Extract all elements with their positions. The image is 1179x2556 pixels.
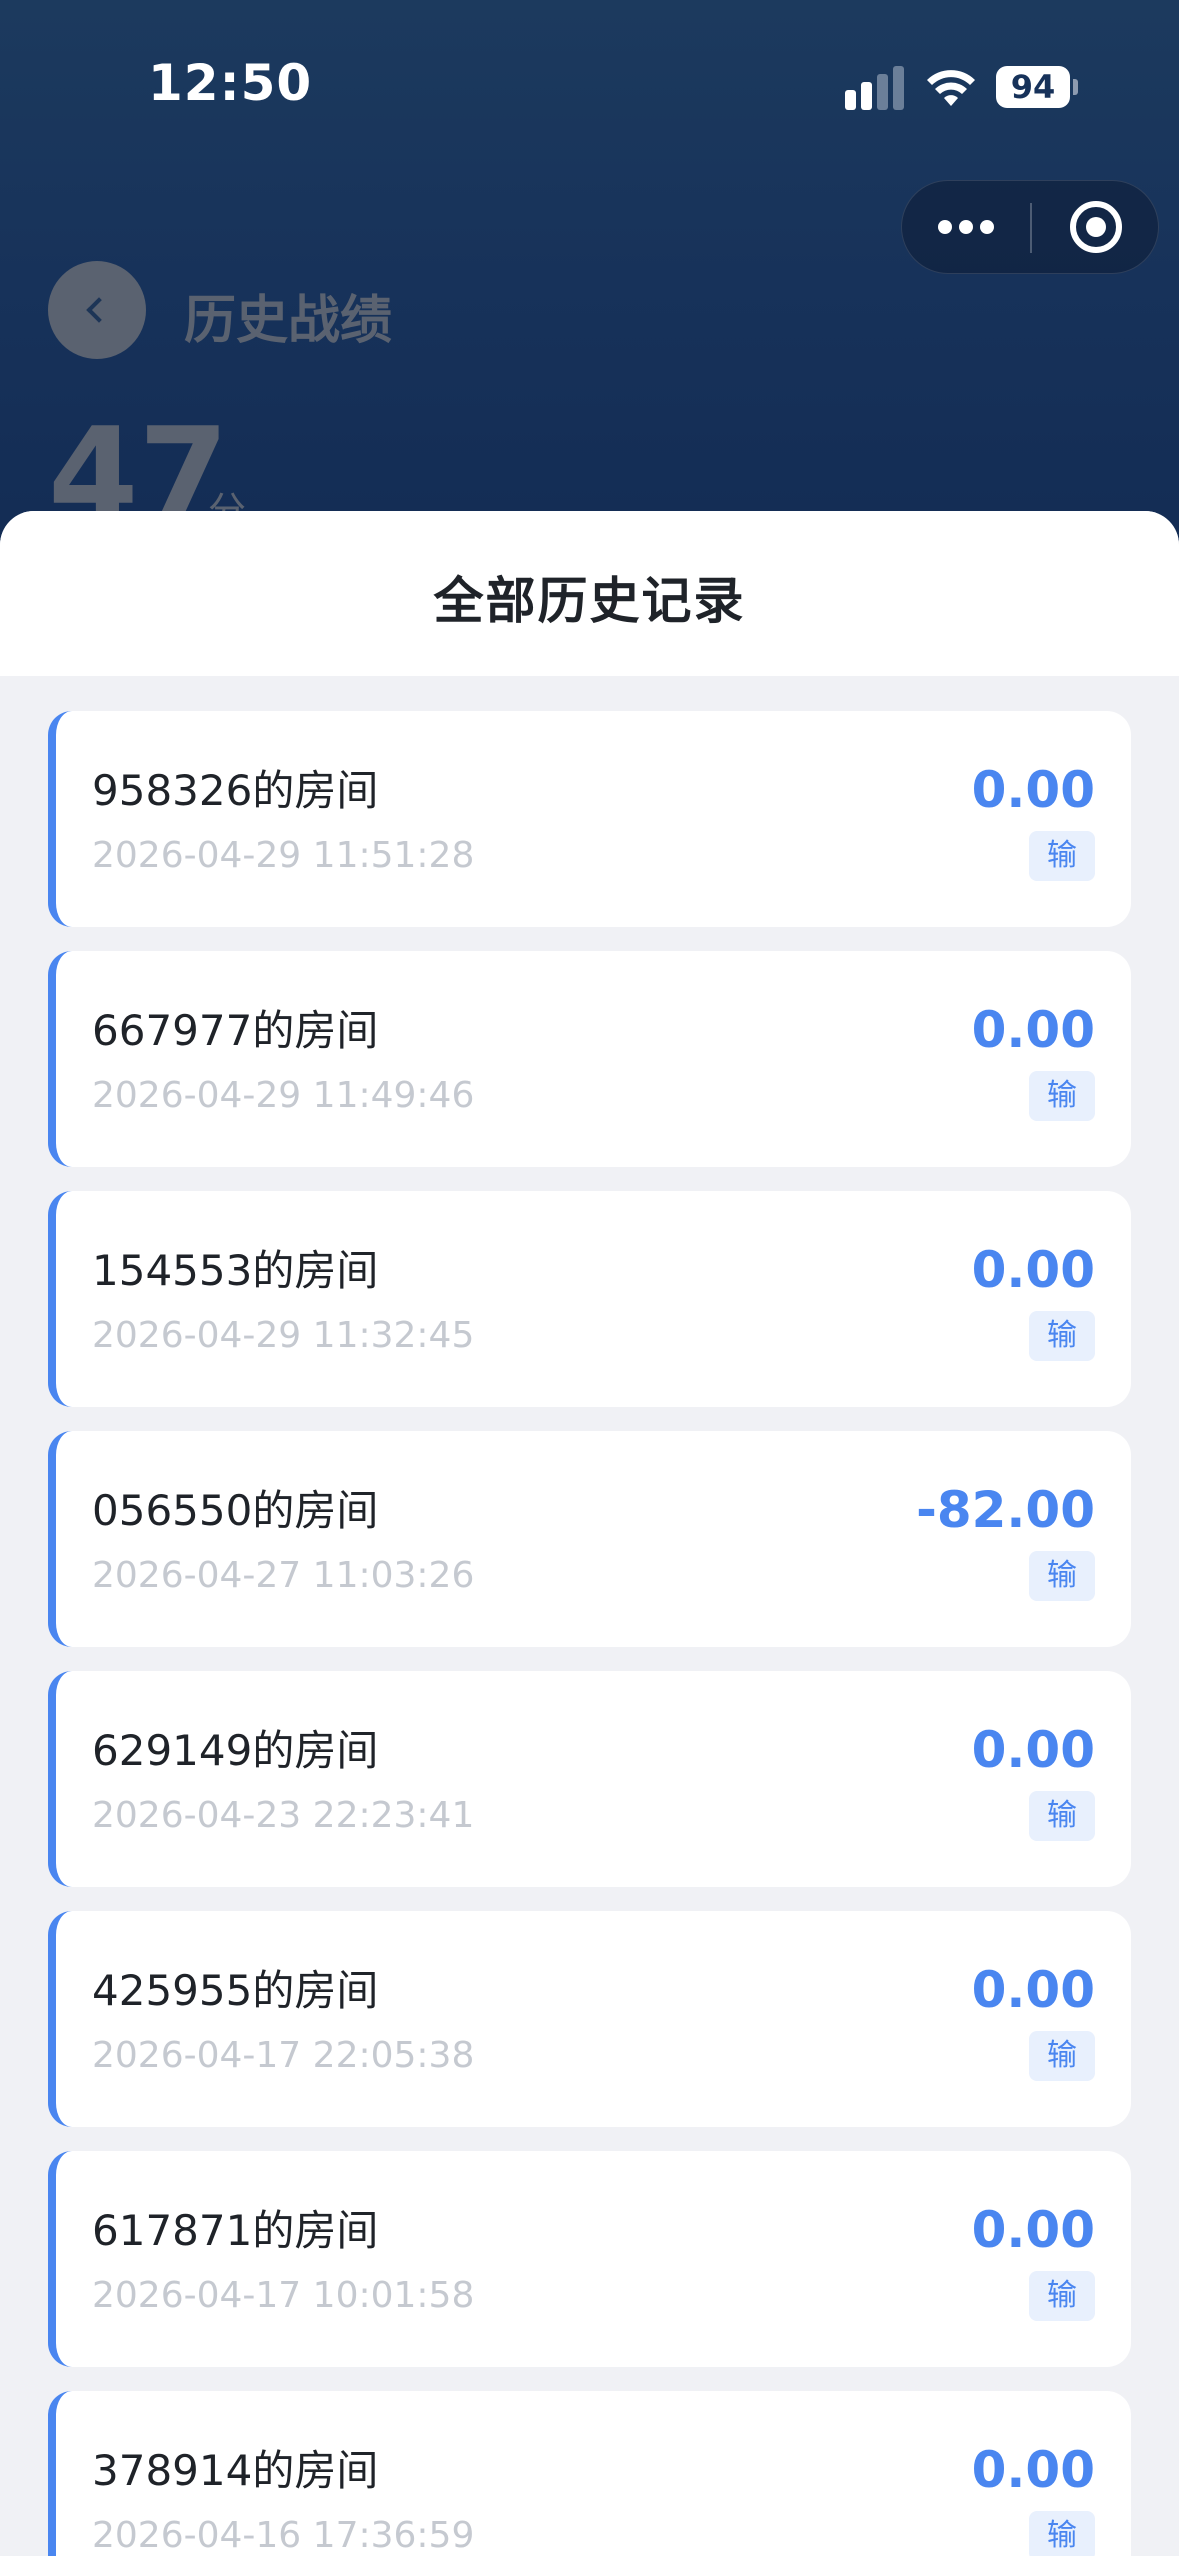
record-time: 2026-04-23 22:23:41 (92, 1795, 475, 1836)
record-score: 0.00 (971, 2441, 1095, 2499)
record-time: 2026-04-27 11:03:26 (92, 1555, 475, 1596)
result-badge: 输 (1029, 1791, 1095, 1841)
record-item[interactable]: 958326的房间 2026-04-29 11:51:28 0.00 输 (48, 711, 1131, 927)
record-room-name: 629149的房间 (92, 1726, 379, 1775)
record-room-name: 154553的房间 (92, 1246, 379, 1295)
record-room-name: 378914的房间 (92, 2446, 379, 2495)
record-time: 2026-04-17 10:01:58 (92, 2275, 475, 2316)
record-score: 0.00 (971, 1001, 1095, 1059)
battery-level: 94 (996, 66, 1070, 108)
record-time: 2026-04-29 11:49:46 (92, 1075, 475, 1116)
result-badge: 输 (1029, 2271, 1095, 2321)
record-score: 0.00 (971, 1961, 1095, 2019)
record-item[interactable]: 667977的房间 2026-04-29 11:49:46 0.00 输 (48, 951, 1131, 1167)
more-button[interactable] (902, 181, 1030, 273)
chevron-left-icon (86, 297, 112, 323)
miniprogram-capsule (901, 180, 1159, 274)
record-score: -82.00 (916, 1481, 1095, 1539)
record-item[interactable]: 617871的房间 2026-04-17 10:01:58 0.00 输 (48, 2151, 1131, 2367)
record-room-name: 425955的房间 (92, 1966, 379, 2015)
record-item[interactable]: 629149的房间 2026-04-23 22:23:41 0.00 输 (48, 1671, 1131, 1887)
result-badge: 输 (1029, 1551, 1095, 1601)
record-time: 2026-04-16 17:36:59 (92, 2515, 475, 2556)
screen: 12:50 94 历史战绩 47 全部历史记录 958326的房间 2026-0… (0, 0, 1179, 2556)
sheet-title: 全部历史记录 (433, 572, 746, 630)
record-time: 2026-04-17 22:05:38 (92, 2035, 475, 2076)
signal-icon (845, 66, 907, 110)
record-room-name: 958326的房间 (92, 766, 379, 815)
record-item[interactable]: 154553的房间 2026-04-29 11:32:45 0.00 输 (48, 1191, 1131, 1407)
record-score: 0.00 (971, 2201, 1095, 2259)
record-item[interactable]: 056550的房间 2026-04-27 11:03:26 -82.00 输 (48, 1431, 1131, 1647)
result-badge: 输 (1029, 2031, 1095, 2081)
record-room-name: 667977的房间 (92, 1006, 379, 1055)
record-score: 0.00 (971, 1241, 1095, 1299)
more-dots-icon (938, 220, 952, 234)
result-badge: 输 (1029, 1311, 1095, 1361)
battery-icon: 94 (996, 66, 1078, 108)
record-score: 0.00 (971, 1721, 1095, 1779)
close-miniprogram-button[interactable] (1032, 181, 1160, 273)
page-title: 历史战绩 (184, 291, 393, 351)
record-room-name: 617871的房间 (92, 2206, 379, 2255)
sheet-header: 全部历史记录 (0, 511, 1179, 676)
record-list: 958326的房间 2026-04-29 11:51:28 0.00 输 667… (48, 711, 1131, 2556)
record-score: 0.00 (971, 761, 1095, 819)
record-item[interactable]: 378914的房间 2026-04-16 17:36:59 0.00 输 (48, 2391, 1131, 2556)
record-item[interactable]: 425955的房间 2026-04-17 22:05:38 0.00 输 (48, 1911, 1131, 2127)
wifi-icon (927, 70, 975, 106)
result-badge: 输 (1029, 2511, 1095, 2556)
record-room-name: 056550的房间 (92, 1486, 379, 1535)
header-backdrop: 12:50 94 历史战绩 47 (0, 0, 1179, 560)
history-sheet: 全部历史记录 958326的房间 2026-04-29 11:51:28 0.0… (0, 511, 1179, 2556)
status-time: 12:50 (148, 54, 313, 112)
record-time: 2026-04-29 11:51:28 (92, 835, 475, 876)
back-button[interactable] (48, 261, 146, 359)
result-badge: 输 (1029, 1071, 1095, 1121)
result-badge: 输 (1029, 831, 1095, 881)
record-time: 2026-04-29 11:32:45 (92, 1315, 475, 1356)
